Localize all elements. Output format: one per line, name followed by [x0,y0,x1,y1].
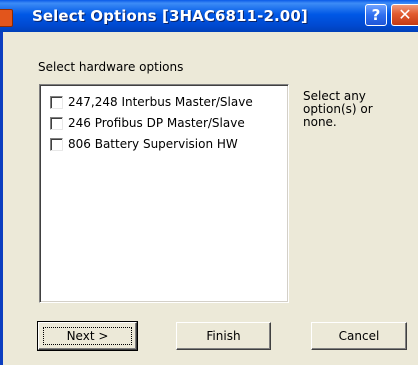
app-icon [0,9,13,27]
option-label: 246 Profibus DP Master/Slave [68,116,245,130]
cancel-button[interactable]: Cancel [311,322,407,350]
close-icon[interactable]: ✕ [391,4,418,26]
window-title: Select Options [3HAC6811-2.00] [32,7,308,25]
window-border [0,32,3,365]
checkbox[interactable] [50,138,63,151]
checkbox[interactable] [50,96,63,109]
next-button[interactable]: Next > [37,321,138,351]
selection-hint: Select any option(s) or none. [303,89,373,129]
checkbox[interactable] [50,117,63,130]
finish-button[interactable]: Finish [176,322,271,350]
hardware-options-label: Select hardware options [38,60,184,74]
option-label: 806 Battery Supervision HW [68,137,238,151]
options-listbox[interactable]: 247,248 Interbus Master/Slave 246 Profib… [39,84,289,303]
focus-rect: Next > [43,327,132,345]
option-label: 247,248 Interbus Master/Slave [68,95,253,109]
help-icon[interactable]: ? [365,4,387,26]
next-label: Next > [66,329,109,343]
select-options-dialog: Select Options [3HAC6811-2.00] ? ✕ Selec… [0,0,418,365]
title-bar[interactable]: Select Options [3HAC6811-2.00] ? ✕ [0,0,418,32]
